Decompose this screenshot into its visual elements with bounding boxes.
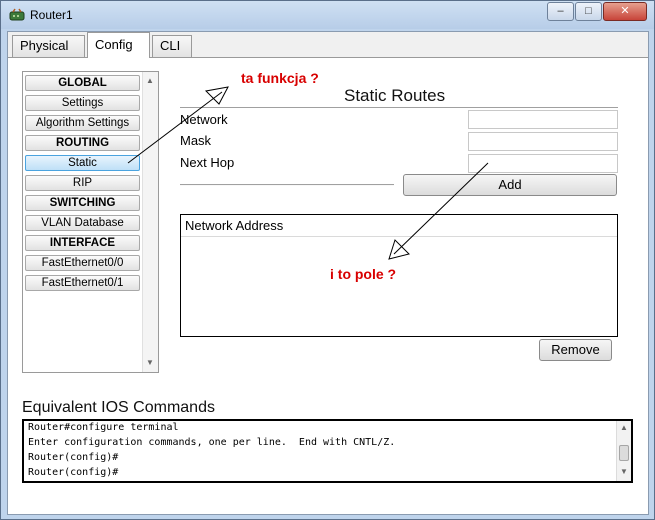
console-line: Enter configuration commands, one per li… xyxy=(28,437,396,448)
nav-header-interface[interactable]: INTERFACE xyxy=(25,235,140,251)
network-label: Network xyxy=(180,112,228,127)
title-bar[interactable]: Router1 – □ ✕ xyxy=(1,1,654,29)
ios-console[interactable]: Router#configure terminal Enter configur… xyxy=(22,419,633,483)
nav-item-algorithm-settings[interactable]: Algorithm Settings xyxy=(25,115,140,131)
mask-input[interactable] xyxy=(468,132,618,151)
scroll-down-icon[interactable]: ▼ xyxy=(146,358,154,367)
client-area: Physical Config CLI GLOBAL Settings Algo… xyxy=(7,31,649,515)
separator-line xyxy=(180,184,394,186)
tab-strip: Physical Config CLI xyxy=(8,32,648,58)
console-scrollbar[interactable]: ▲ ▼ xyxy=(616,421,631,481)
console-scroll-up-icon[interactable]: ▲ xyxy=(620,423,628,432)
nav-item-vlan-database[interactable]: VLAN Database xyxy=(25,215,140,231)
mask-label: Mask xyxy=(180,133,212,148)
nav-header-global[interactable]: GLOBAL xyxy=(25,75,140,91)
nav-item-rip[interactable]: RIP xyxy=(25,175,140,191)
static-routes-title: Static Routes xyxy=(344,86,446,105)
next-hop-input[interactable] xyxy=(468,154,618,173)
remove-button[interactable]: Remove xyxy=(539,339,612,361)
console-line: Router#configure terminal xyxy=(28,422,179,433)
console-line: Router(config)# xyxy=(28,467,119,478)
config-panel: GLOBAL Settings Algorithm Settings ROUTI… xyxy=(8,58,648,514)
minimize-button[interactable]: – xyxy=(547,2,574,21)
tab-physical[interactable]: Physical xyxy=(12,35,85,57)
scroll-up-icon[interactable]: ▲ xyxy=(146,76,154,85)
nav-scrollbar[interactable]: ▲ ▼ xyxy=(142,72,158,372)
annotation-ta-funkcja: ta funkcja ? xyxy=(241,70,319,86)
nav-item-fastethernet0-0[interactable]: FastEthernet0/0 xyxy=(25,255,140,271)
next-hop-label: Next Hop xyxy=(180,155,235,170)
network-address-table[interactable]: Network Address xyxy=(180,214,618,337)
nav-header-switching[interactable]: SWITCHING xyxy=(25,195,140,211)
nav-header-routing[interactable]: ROUTING xyxy=(25,135,140,151)
static-routes-rule xyxy=(180,107,618,108)
close-icon: ✕ xyxy=(620,5,630,17)
annotation-i-to-pole: i to pole ? xyxy=(330,266,397,282)
network-input[interactable] xyxy=(468,110,618,129)
minimize-icon: – xyxy=(557,5,564,17)
maximize-button[interactable]: □ xyxy=(575,2,602,21)
console-line: Router(config)# xyxy=(28,452,119,463)
console-scroll-thumb[interactable] xyxy=(619,445,629,461)
console-scroll-down-icon[interactable]: ▼ xyxy=(620,467,628,476)
router-app-icon xyxy=(9,8,25,22)
maximize-icon: □ xyxy=(585,5,592,17)
config-nav-list[interactable]: GLOBAL Settings Algorithm Settings ROUTI… xyxy=(22,71,159,373)
close-button[interactable]: ✕ xyxy=(603,2,647,21)
nav-item-static[interactable]: Static xyxy=(25,155,140,171)
nav-item-settings[interactable]: Settings xyxy=(25,95,140,111)
tab-cli[interactable]: CLI xyxy=(152,35,192,57)
nav-item-fastethernet0-1[interactable]: FastEthernet0/1 xyxy=(25,275,140,291)
tab-config[interactable]: Config xyxy=(87,32,150,58)
ios-commands-title: Equivalent IOS Commands xyxy=(22,399,215,416)
router-window: Router1 – □ ✕ Physical Config CLI GLOBAL… xyxy=(0,0,655,520)
network-address-header: Network Address xyxy=(181,215,617,237)
add-button[interactable]: Add xyxy=(403,174,617,196)
window-title: Router1 xyxy=(30,8,73,22)
